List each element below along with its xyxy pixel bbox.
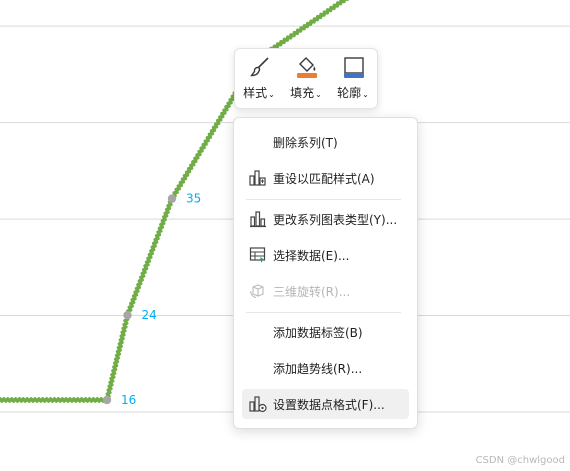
outline-button[interactable]: 轮廓⌄: [333, 53, 373, 103]
watermark: CSDN @chwlgood: [475, 455, 565, 466]
menu-item-select-data[interactable]: 选择数据(E)...: [242, 240, 409, 270]
menu-item-add-data-labels[interactable]: 添加数据标签(B): [242, 317, 409, 347]
menu-item-format-data-point[interactable]: 设置数据点格式(F)...: [242, 389, 409, 419]
chart-type-icon: [250, 211, 266, 228]
menu-item-delete-series[interactable]: 删除系列(T): [242, 127, 409, 157]
menu-separator: [246, 312, 401, 313]
select-data-icon: [249, 247, 266, 263]
mini-toolbar: 样式⌄ 填充⌄ 轮廓⌄: [234, 48, 378, 109]
context-menu: 删除系列(T) 重设以匹配样式(A) 更改系列图表类型(Y)... 选择数据(E…: [233, 117, 418, 429]
fill-button-label: 填充⌄: [290, 86, 322, 100]
paint-bucket-icon: [297, 57, 317, 78]
menu-item-3d-rotation: 三维旋转(R)...: [242, 276, 409, 306]
style-button-label: 样式⌄: [243, 86, 275, 100]
outline-icon: [344, 57, 364, 78]
fill-button[interactable]: 填充⌄: [286, 53, 326, 103]
brush-icon: [250, 57, 269, 77]
data-label: 16: [121, 393, 136, 407]
3d-rotate-icon: [250, 284, 264, 299]
menu-item-change-chart-type[interactable]: 更改系列图表类型(Y)...: [242, 204, 409, 234]
data-point-marker[interactable]: [123, 311, 132, 320]
reset-style-icon: [249, 170, 266, 186]
data-label: 35: [186, 192, 201, 206]
data-point-marker[interactable]: [167, 194, 177, 203]
menu-item-reset-style[interactable]: 重设以匹配样式(A): [242, 163, 409, 193]
outline-button-label: 轮廓⌄: [337, 86, 369, 100]
data-label: 24: [142, 308, 157, 322]
menu-item-add-trendline[interactable]: 添加趋势线(R)...: [242, 353, 409, 383]
menu-separator: [246, 199, 401, 200]
style-button[interactable]: 样式⌄: [239, 53, 279, 103]
data-point-marker[interactable]: [102, 395, 112, 405]
format-point-icon: [249, 396, 267, 413]
